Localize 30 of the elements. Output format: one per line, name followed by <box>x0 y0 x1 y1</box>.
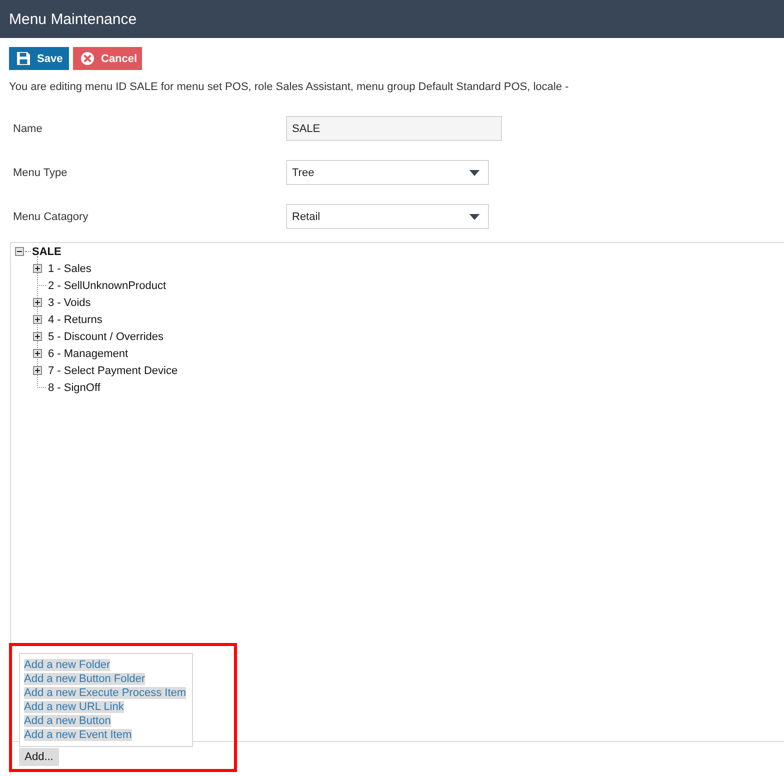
plus-box-icon[interactable] <box>33 366 42 375</box>
close-circle-icon <box>81 52 94 65</box>
plus-box-icon[interactable] <box>33 349 42 358</box>
tree-node[interactable]: 1 - Sales <box>48 262 92 274</box>
plus-box-icon[interactable] <box>33 332 42 341</box>
caret-icon <box>469 214 480 220</box>
tree-node[interactable]: 7 - Select Payment Device <box>48 364 178 376</box>
tree-node[interactable]: 6 - Management <box>48 348 128 360</box>
plus-box-icon[interactable] <box>33 264 42 273</box>
dropdown-field[interactable]: Retail <box>286 204 489 229</box>
plus-box-icon[interactable] <box>33 298 42 307</box>
tree-node[interactable]: SALE <box>32 246 62 258</box>
plus-box-icon[interactable] <box>33 315 42 324</box>
caret-icon <box>469 170 480 176</box>
tree-node[interactable]: 4 - Returns <box>48 314 102 326</box>
dropdown-field[interactable]: Tree <box>286 160 489 185</box>
name-field[interactable]: SALE <box>286 116 502 141</box>
minus-box-icon[interactable] <box>15 247 24 256</box>
tree-node[interactable]: 5 - Discount / Overrides <box>48 330 164 342</box>
field-label: Menu Type <box>13 166 68 178</box>
add-button[interactable]: Add... <box>19 748 59 766</box>
save-button[interactable]: Save <box>9 47 69 70</box>
page-title: Menu Maintenance <box>9 10 137 28</box>
cancel-button[interactable]: Cancel <box>73 47 142 70</box>
editing-info-text: You are editing menu ID SALE for menu set POS, role Sales Assistant, menu group Default Standard POS, locale - <box>9 80 570 94</box>
field-label: Menu Catagory <box>13 210 90 222</box>
field-label: Name <box>13 122 44 134</box>
tree-node[interactable]: 8 - SignOff <box>48 382 100 394</box>
tree-node[interactable]: 3 - Voids <box>48 296 91 308</box>
tree-node[interactable]: 2 - SellUnknownProduct <box>48 280 166 292</box>
